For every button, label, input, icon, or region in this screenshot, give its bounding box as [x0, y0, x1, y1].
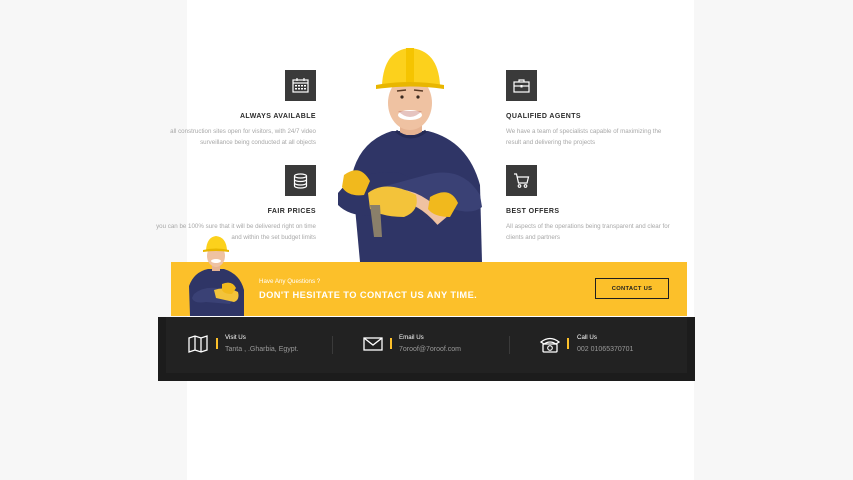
construction-worker-image: [338, 48, 482, 262]
page-right-margin: [694, 0, 853, 480]
contact-label: Call Us: [577, 334, 597, 341]
accent-divider: [216, 338, 218, 349]
accent-divider: [390, 338, 392, 349]
contact-label: Visit Us: [225, 334, 246, 341]
feature-description: All aspects of the operations being tran…: [506, 223, 670, 241]
contact-phone[interactable]: 002 01065370701: [577, 346, 633, 353]
contact-us-button[interactable]: CONTACT US: [595, 278, 669, 299]
feature-always-available: ALWAYS AVAILABLE all construction sites …: [146, 70, 316, 150]
feature-title: QUALIFIED AGENTS: [506, 113, 581, 120]
feature-description: all construction sites open for visitors…: [170, 128, 316, 146]
separator: [509, 336, 510, 354]
separator: [332, 336, 333, 354]
cta-headline: DON'T HESITATE TO CONTACT US ANY TIME.: [259, 290, 478, 300]
contact-cta-band: Have Any Questions ? DON'T HESITATE TO C…: [171, 262, 687, 316]
phone-icon: [540, 337, 560, 353]
coins-icon: [285, 165, 316, 196]
briefcase-icon: [506, 70, 537, 101]
envelope-icon: [363, 337, 383, 351]
feature-title: BEST OFFERS: [506, 208, 560, 215]
contact-label: Email Us: [399, 334, 424, 341]
contact-info-panel: Visit Us Tanta , .Gharbia, Egypt. Email …: [166, 317, 687, 373]
contact-email[interactable]: 7oroof@7oroof.com: [399, 346, 461, 353]
contact-info-band: Visit Us Tanta , .Gharbia, Egypt. Email …: [158, 317, 695, 381]
map-icon: [188, 335, 208, 353]
contact-call-us: Call Us 002 01065370701: [540, 317, 690, 373]
cart-icon: [506, 165, 537, 196]
feature-title: ALWAYS AVAILABLE: [239, 113, 316, 120]
feature-title: FAIR PRICES: [267, 208, 316, 215]
accent-divider: [567, 338, 569, 349]
contact-address: Tanta , .Gharbia, Egypt.: [225, 346, 299, 353]
construction-worker-thumbnail: [189, 236, 244, 316]
cta-subtitle: Have Any Questions ?: [259, 278, 321, 285]
feature-qualified-agents: QUALIFIED AGENTS We have a team of speci…: [506, 70, 676, 150]
contact-email-us: Email Us 7oroof@7oroof.com: [363, 317, 513, 373]
feature-best-offers: BEST OFFERS All aspects of the operation…: [506, 165, 676, 245]
feature-fair-prices: FAIR PRICES you can be 100% sure that it…: [146, 165, 316, 245]
contact-visit-us: Visit Us Tanta , .Gharbia, Egypt.: [188, 317, 338, 373]
feature-description: We have a team of specialists capable of…: [506, 128, 662, 146]
calendar-icon: [285, 70, 316, 101]
